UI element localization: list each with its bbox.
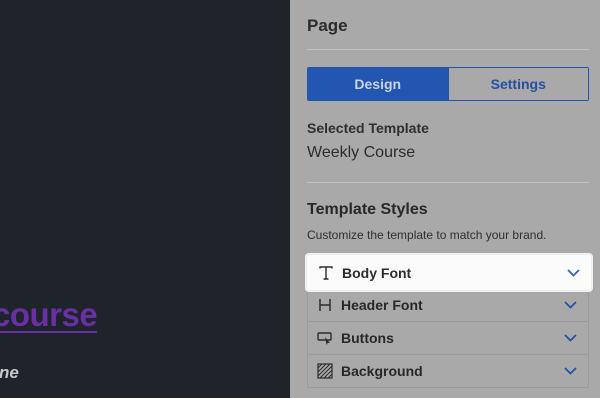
accordion-header-font[interactable]: Header Font (307, 289, 589, 322)
divider (307, 182, 589, 183)
design-settings-toggle: Design Settings (307, 67, 589, 101)
selected-template-label: Selected Template (307, 120, 429, 136)
accordion-buttons[interactable]: Buttons (307, 322, 589, 355)
accordion-body-font[interactable]: Body Font (306, 254, 592, 291)
accordion-label: Background (341, 363, 423, 379)
accordion-background[interactable]: Background (307, 355, 589, 388)
chevron-down-icon (563, 331, 577, 345)
header-h-icon (317, 297, 333, 313)
canvas-tail-text: ne (0, 363, 19, 382)
accordion-label: Header Font (341, 297, 423, 313)
course-link[interactable]: course (0, 296, 98, 334)
page-settings-panel: Page Design Settings Selected Template W… (290, 0, 600, 398)
tab-design[interactable]: Design (308, 68, 448, 100)
chevron-down-icon (563, 298, 577, 312)
button-cursor-icon (317, 330, 333, 346)
chevron-down-icon (563, 364, 577, 378)
accordion-label: Body Font (342, 264, 412, 281)
template-styles-description: Customize the template to match your bra… (307, 228, 547, 242)
selected-template-value: Weekly Course (307, 144, 416, 161)
template-styles-title: Template Styles (307, 201, 428, 218)
panel-title: Page (307, 16, 348, 35)
accordion-label: Buttons (341, 330, 394, 346)
divider (307, 49, 589, 50)
editor-canvas: course ne (0, 0, 290, 398)
text-t-icon (318, 265, 334, 281)
tab-settings[interactable]: Settings (447, 68, 588, 100)
chevron-down-icon (566, 266, 580, 280)
hatch-pattern-icon (317, 363, 333, 379)
canvas-edge (283, 0, 290, 398)
